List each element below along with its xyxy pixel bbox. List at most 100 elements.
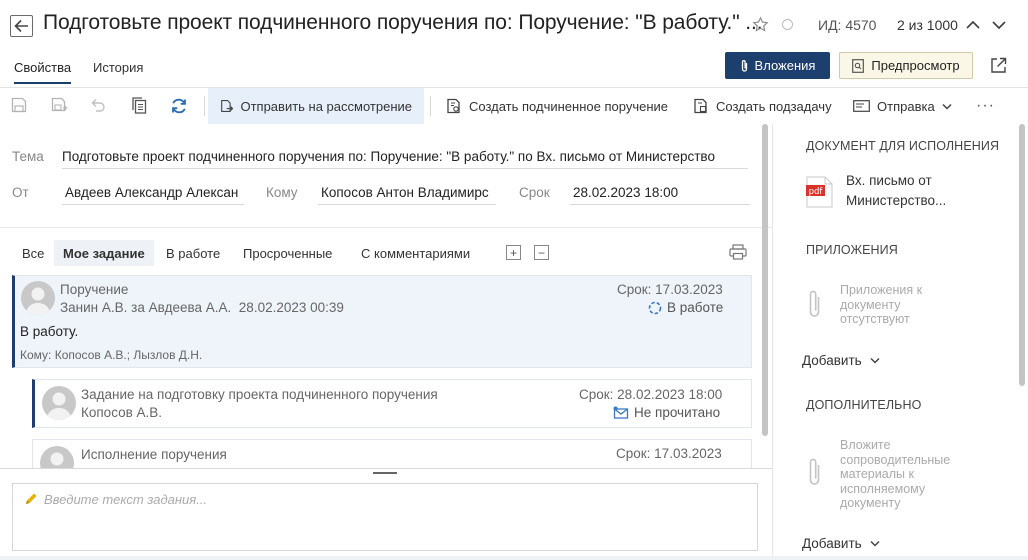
popout-icon[interactable] xyxy=(990,57,1007,74)
paperclip-icon xyxy=(809,290,820,317)
card-recipients: Кому: Копосов А.В.; Лызлов Д.Н. xyxy=(20,348,203,362)
preview-label: Предпросмотр xyxy=(871,58,960,73)
create-sub-order-label: Создать подчиненное поручение xyxy=(469,98,668,114)
add-additional-button[interactable]: Добавить xyxy=(802,536,880,551)
card-deadline: Срок: 28.02.2023 18:00 xyxy=(579,387,723,402)
copy-icon[interactable] xyxy=(131,97,147,114)
title-bar: Подготовьте проект подчиненного поручени… xyxy=(0,0,1028,50)
right-scrollbar[interactable] xyxy=(1019,124,1025,386)
card-title: Задание на подготовку проекта подчиненно… xyxy=(81,387,438,402)
to-label: Кому xyxy=(266,185,298,200)
collapse-all-button[interactable]: − xyxy=(534,245,549,260)
more-button[interactable]: ··· xyxy=(976,97,995,115)
pdf-icon-label: pdf xyxy=(809,187,824,197)
tab-properties[interactable]: Свойства xyxy=(14,60,72,84)
pencil-icon xyxy=(26,493,37,504)
comment-input[interactable]: Введите текст задания... xyxy=(12,483,758,551)
attachments-label: Вложения xyxy=(754,58,816,73)
document-name-line: Вх. письмо от xyxy=(846,173,932,188)
subtask-card[interactable]: Задание на подготовку проекта подчиненно… xyxy=(32,379,752,428)
filter-overdue[interactable]: Просроченные xyxy=(243,240,332,266)
document-side-panel: ДОКУМЕНТ ДЛЯ ИСПОЛНЕНИЯ pdf Вх. письмо о… xyxy=(772,124,1028,560)
back-button[interactable] xyxy=(10,15,33,37)
refresh-icon[interactable] xyxy=(170,97,188,115)
bottom-edge xyxy=(0,556,1028,560)
save-icon[interactable] xyxy=(11,97,27,113)
filter-all[interactable]: Все xyxy=(22,240,44,266)
chevron-down-icon[interactable] xyxy=(991,17,1007,33)
card-author: Копосов А.В. xyxy=(81,405,163,420)
hint-line: Вложите xyxy=(840,438,891,452)
filter-my-task[interactable]: Мое задание xyxy=(54,240,154,266)
filter-bar: Все Мое задание В работе Просроченные С … xyxy=(0,227,772,269)
hint-line: исполняемому xyxy=(840,481,926,496)
print-icon[interactable] xyxy=(729,244,747,260)
empty-line: Приложения к xyxy=(840,283,923,297)
card-status-label: В работе xyxy=(667,300,724,315)
save-as-icon[interactable] xyxy=(51,97,68,114)
send-label: Отправка xyxy=(877,98,935,114)
star-icon[interactable] xyxy=(752,16,769,33)
document-heading: ДОКУМЕНТ ДЛЯ ИСПОЛНЕНИЯ xyxy=(806,139,1000,153)
pager-counter: 2 из 1000 xyxy=(897,17,958,33)
paperclip-icon xyxy=(741,59,747,72)
expand-all-button[interactable]: + xyxy=(506,245,521,260)
filter-in-progress[interactable]: В работе xyxy=(166,240,220,266)
send-review-button[interactable]: Отправить на рассмотрение xyxy=(208,88,424,124)
from-field[interactable]: Авдеев Александр Алексан xyxy=(62,185,244,205)
deadline-field[interactable]: 28.02.2023 18:00 xyxy=(570,185,750,205)
card-deadline: Срок: 17.03.2023 xyxy=(617,282,723,297)
toolbar: Отправить на рассмотрение Создать подчин… xyxy=(0,88,1028,124)
toolbar-separator xyxy=(430,96,431,116)
card-author: Занин А.В. за Авдеева А.А. 28.02.2023 00… xyxy=(60,300,344,315)
create-sub-order-icon xyxy=(447,98,460,114)
card-author-name: Занин А.В. за Авдеева А.А. xyxy=(60,300,232,315)
subject-field[interactable]: Подготовьте проект подчиненного поручени… xyxy=(62,149,748,169)
card-status: В работе xyxy=(648,300,723,315)
add-label: Добавить xyxy=(802,536,862,551)
card-status: Не прочитано xyxy=(613,405,720,420)
create-subtask-label: Создать подзадачу xyxy=(716,98,832,114)
send-dropdown[interactable]: Отправка xyxy=(853,88,952,124)
avatar xyxy=(40,446,74,468)
card-body: В работу. xyxy=(20,324,79,339)
filter-with-comments[interactable]: С комментариями xyxy=(361,240,470,266)
resize-handle[interactable] xyxy=(0,468,772,479)
chevron-up-icon[interactable] xyxy=(965,17,981,33)
add-attachment-button[interactable]: Добавить xyxy=(802,353,880,368)
pdf-icon[interactable]: pdf xyxy=(806,176,833,208)
chevron-down-icon xyxy=(870,540,880,547)
to-field[interactable]: Копосов Антон Владимирс xyxy=(318,185,496,205)
toolbar-separator xyxy=(204,96,205,116)
create-subtask-icon xyxy=(694,98,707,114)
left-scrollbar[interactable] xyxy=(762,124,768,436)
resize-grip[interactable] xyxy=(373,472,397,474)
comment-placeholder: Введите текст задания... xyxy=(44,492,208,507)
undo-icon[interactable] xyxy=(90,97,106,113)
back-arrow-icon xyxy=(14,19,28,33)
card-deadline: Срок: 17.03.2023 xyxy=(616,446,722,461)
document-name-line: Министерство... xyxy=(846,193,947,208)
send-icon xyxy=(853,100,870,112)
attachments-heading: ПРИЛОЖЕНИЯ xyxy=(806,243,898,257)
create-subtask-button[interactable]: Создать подзадачу xyxy=(693,88,832,124)
status-circle-icon[interactable] xyxy=(782,19,793,30)
execution-card[interactable]: Исполнение поручения Срок: 17.03.2023 xyxy=(32,439,752,469)
create-sub-order-button[interactable]: Создать подчиненное поручение xyxy=(446,88,668,124)
document-id: ИД: 4570 xyxy=(818,17,877,33)
avatar xyxy=(21,281,55,315)
tab-history[interactable]: История xyxy=(93,60,143,82)
empty-line: отсутствуют xyxy=(840,312,910,326)
document-title: Подготовьте проект подчиненного поручени… xyxy=(43,11,763,34)
additional-hint-text: Вложите сопроводительные материалы к исп… xyxy=(840,438,950,511)
document-link[interactable]: Вх. письмо от Министерство... xyxy=(846,171,976,211)
spinner-icon xyxy=(648,301,662,314)
preview-button[interactable]: Предпросмотр xyxy=(839,52,973,79)
hint-line: материалы к xyxy=(840,467,914,481)
card-title: Исполнение поручения xyxy=(81,447,227,462)
card-date: 28.02.2023 00:39 xyxy=(238,300,344,315)
attachments-button[interactable]: Вложения xyxy=(725,52,830,79)
paperclip-icon xyxy=(809,458,820,485)
order-card[interactable]: Поручение Занин А.В. за Авдеева А.А. 28.… xyxy=(12,275,752,368)
send-review-label: Отправить на рассмотрение xyxy=(240,98,412,114)
